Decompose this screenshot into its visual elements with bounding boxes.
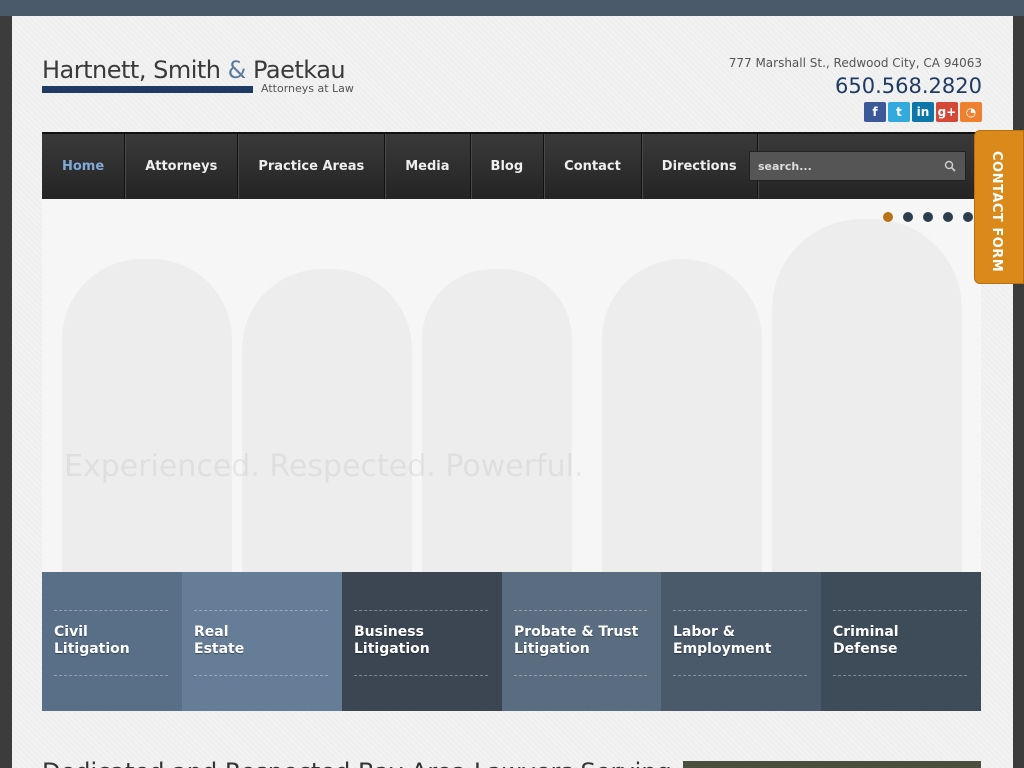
main-nav: Home Attorneys Practice Areas Media Blog Cont… [42, 132, 981, 199]
practice-area-label: Business Litigation [354, 624, 430, 657]
hero-figure [62, 259, 232, 572]
nav-item-media[interactable]: Media [385, 134, 471, 199]
tile-divider [833, 610, 967, 611]
practice-area-tile[interactable]: Real Estate [182, 572, 342, 711]
practice-area-label: Real Estate [194, 624, 245, 657]
slider-dots [883, 212, 973, 222]
hero-figure [242, 269, 412, 572]
practice-area-tile[interactable]: Labor & Employment [661, 572, 821, 711]
tile-divider [354, 610, 488, 611]
slider-dot[interactable] [963, 212, 973, 222]
twitter-icon[interactable]: t [888, 102, 910, 122]
tile-divider [673, 675, 807, 676]
hero-tagline: Experienced. Respected. Powerful. [64, 449, 584, 484]
practice-area-tile[interactable]: Criminal Defense [821, 572, 981, 711]
address: 777 Marshall St., Redwood City, CA 94063 [728, 56, 982, 70]
slider-dot[interactable] [883, 212, 893, 222]
nav-item-contact[interactable]: Contact [544, 134, 642, 199]
logo-tagline: Attorneys at Law [261, 82, 354, 95]
hero-figure [422, 269, 572, 572]
practice-area-label: Criminal Defense [833, 624, 899, 657]
logo-wordmark: Hartnett, Smith & Paetkau [42, 56, 346, 84]
logo[interactable]: Hartnett, Smith & Paetkau Attorneys at L… [42, 56, 354, 95]
rss-icon[interactable]: ◔ [960, 102, 982, 122]
practice-area-label: Labor & Employment [673, 624, 772, 657]
search-icon[interactable] [944, 160, 956, 172]
search-input[interactable] [758, 159, 928, 173]
nav-item-directions[interactable]: Directions [642, 134, 758, 199]
page-container: Hartnett, Smith & Paetkau Attorneys at L… [12, 16, 1013, 768]
practice-areas: Civil Litigation Real Estate Business Litigat… [42, 572, 981, 711]
slider-dot[interactable] [923, 212, 933, 222]
section-heading: Dedicated and Respected Bay Area Lawyers… [42, 758, 672, 768]
googleplus-icon[interactable]: g+ [936, 102, 958, 122]
practice-area-label: Civil Litigation [54, 624, 130, 657]
tile-divider [54, 610, 168, 611]
tile-divider [514, 610, 647, 611]
hero-figure [772, 219, 962, 572]
tile-divider [354, 675, 488, 676]
facebook-icon[interactable]: f [864, 102, 886, 122]
practice-area-label: Probate & Trust Litigation [514, 624, 639, 657]
tile-divider [194, 675, 328, 676]
nav-item-home[interactable]: Home [42, 134, 126, 199]
practice-area-tile[interactable]: Business Litigation [342, 572, 502, 711]
slider-dot[interactable] [943, 212, 953, 222]
social-links: f t in g+ ◔ [864, 102, 982, 122]
practice-area-tile[interactable]: Civil Litigation [42, 572, 182, 711]
contact-form-tab[interactable]: CONTACT FORM [974, 130, 1024, 284]
practice-area-tile[interactable]: Probate & Trust Litigation [502, 572, 661, 711]
nav-item-attorneys[interactable]: Attorneys [125, 134, 239, 199]
tile-divider [194, 610, 328, 611]
tile-divider [54, 675, 168, 676]
slider-dot[interactable] [903, 212, 913, 222]
logo-bar [42, 86, 253, 93]
search-box[interactable] [749, 151, 966, 181]
nav-item-practice-areas[interactable]: Practice Areas [238, 134, 386, 199]
phone-number[interactable]: 650.568.2820 [835, 74, 982, 98]
tile-divider [673, 610, 807, 611]
tile-divider [514, 675, 647, 676]
nav-item-blog[interactable]: Blog [471, 134, 545, 199]
contact-form-tab-label: CONTACT FORM [989, 151, 1004, 273]
tile-divider [833, 675, 967, 676]
linkedin-icon[interactable]: in [912, 102, 934, 122]
sidebar-box [683, 761, 981, 768]
hero-slider: Experienced. Respected. Powerful. [42, 199, 981, 572]
hero-figure [602, 259, 762, 572]
